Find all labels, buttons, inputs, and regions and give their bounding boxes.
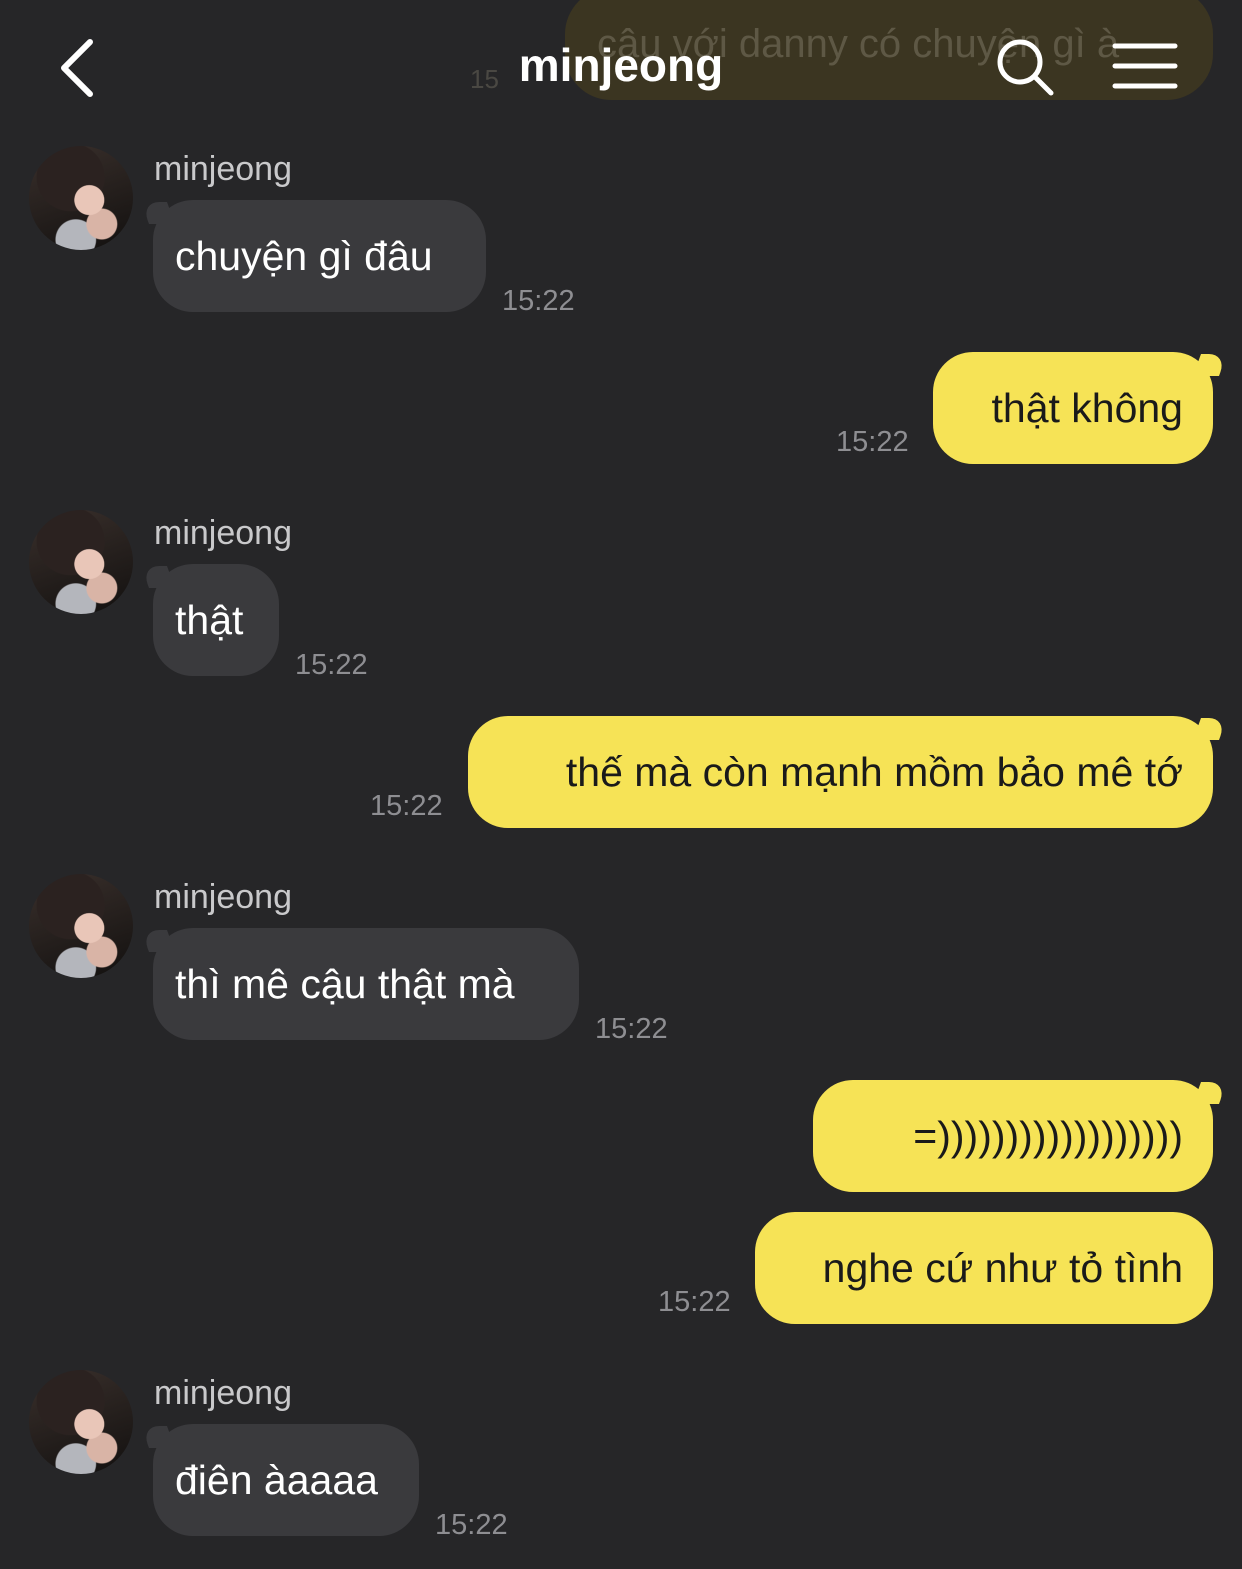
- message-timestamp: 15:22: [295, 649, 368, 681]
- avatar[interactable]: [29, 510, 133, 614]
- message-bubble-outgoing[interactable]: =)))))))))))))))))): [813, 1080, 1213, 1192]
- message-bubble-incoming[interactable]: thật: [153, 564, 279, 676]
- message-timestamp: 15:22: [502, 285, 575, 317]
- message-timestamp: 15:22: [435, 1509, 508, 1541]
- avatar[interactable]: [29, 1370, 133, 1474]
- avatar[interactable]: [29, 146, 133, 250]
- message-bubble-outgoing[interactable]: thật không: [933, 352, 1213, 464]
- message-timestamp: 15:22: [658, 1286, 731, 1318]
- sender-name: minjeong: [154, 514, 292, 552]
- search-icon: [997, 39, 1054, 96]
- menu-button[interactable]: [1112, 40, 1178, 92]
- message-timestamp: 15:22: [836, 426, 909, 458]
- hamburger-menu-icon: [1112, 43, 1178, 89]
- message-bubble-outgoing[interactable]: nghe cứ như tỏ tình: [755, 1212, 1213, 1324]
- message-bubble-outgoing[interactable]: thế mà còn mạnh mồm bảo mê tớ: [468, 716, 1213, 828]
- message-bubble-incoming[interactable]: thì mê cậu thật mà: [153, 928, 579, 1040]
- message-bubble-incoming[interactable]: chuyện gì đâu: [153, 200, 486, 312]
- sender-name: minjeong: [154, 1374, 292, 1412]
- message-bubble-incoming[interactable]: điên àaaaa: [153, 1424, 419, 1536]
- sender-name: minjeong: [154, 150, 292, 188]
- avatar[interactable]: [29, 874, 133, 978]
- message-timestamp: 15:22: [370, 790, 443, 822]
- search-button[interactable]: [994, 36, 1056, 98]
- sender-name: minjeong: [154, 878, 292, 916]
- message-timestamp: 15:22: [595, 1013, 668, 1045]
